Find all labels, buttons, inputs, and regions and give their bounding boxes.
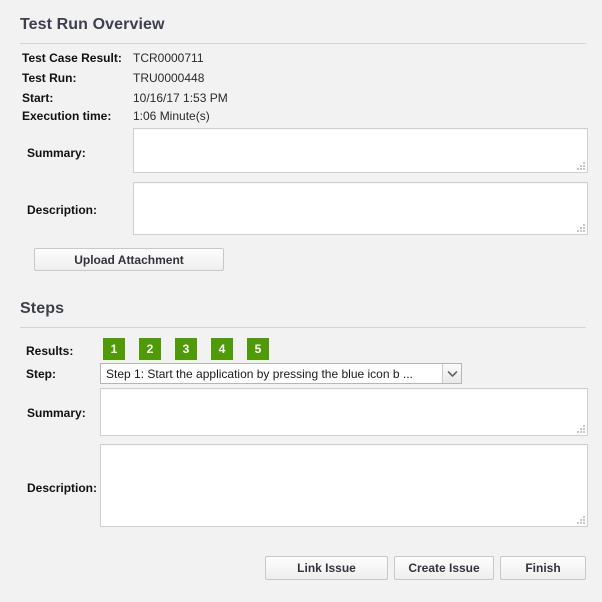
test-run-overview-page: Test Run Overview Test Case Result: TCR0… [0, 0, 602, 602]
results-label: Results: [26, 344, 74, 358]
result-badge-2[interactable]: 2 [139, 338, 161, 360]
start-label: Start: [22, 91, 54, 105]
overview-description-label: Description: [27, 203, 98, 217]
link-issue-button[interactable]: Link Issue [265, 556, 388, 580]
result-badge-3[interactable]: 3 [175, 338, 197, 360]
step-select[interactable]: Step 1: Start the application by pressin… [100, 363, 462, 384]
execution-time-value: 1:06 Minute(s) [133, 109, 210, 123]
steps-divider [20, 327, 586, 328]
finish-button[interactable]: Finish [500, 556, 586, 580]
step-select-value: Step 1: Start the application by pressin… [106, 366, 413, 381]
overview-divider [20, 43, 586, 44]
upload-attachment-button[interactable]: Upload Attachment [34, 248, 224, 271]
result-badge-1[interactable]: 1 [103, 338, 125, 360]
resize-grip-icon[interactable] [575, 222, 585, 232]
create-issue-button[interactable]: Create Issue [394, 556, 494, 580]
step-summary-textarea[interactable] [100, 388, 588, 436]
step-description-textarea[interactable] [100, 444, 588, 527]
step-label: Step: [26, 367, 56, 381]
result-badge-5[interactable]: 5 [247, 338, 269, 360]
test-run-label: Test Run: [22, 71, 77, 85]
resize-grip-icon[interactable] [575, 514, 585, 524]
result-badge-4[interactable]: 4 [211, 338, 233, 360]
overview-summary-textarea[interactable] [133, 128, 588, 173]
test-run-value: TRU0000448 [133, 71, 205, 85]
test-case-result-value: TCR0000711 [133, 51, 204, 65]
step-summary-label: Summary: [27, 406, 86, 420]
page-title: Test Run Overview [20, 16, 165, 33]
overview-description-textarea[interactable] [133, 182, 588, 235]
overview-summary-label: Summary: [27, 146, 86, 160]
resize-grip-icon[interactable] [575, 160, 585, 170]
resize-grip-icon[interactable] [575, 423, 585, 433]
start-value: 10/16/17 1:53 PM [133, 91, 228, 105]
step-description-label: Description: [27, 481, 98, 495]
execution-time-label: Execution time: [22, 109, 112, 123]
steps-title: Steps [20, 300, 65, 317]
test-case-result-label: Test Case Result: [22, 51, 122, 65]
chevron-down-icon[interactable] [442, 364, 461, 383]
